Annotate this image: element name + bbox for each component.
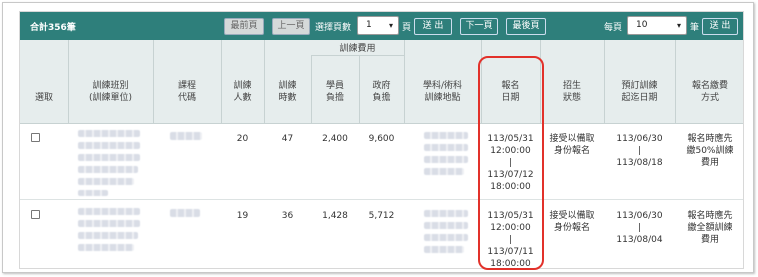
- row-select-checkbox[interactable]: [31, 133, 40, 142]
- page-select[interactable]: 1 ▾: [357, 16, 399, 35]
- student-fee-value: 2,400: [322, 134, 348, 144]
- people-value: 20: [236, 134, 249, 144]
- redacted-location: [424, 132, 468, 139]
- table-row: 19 36 1,428 5,712 113/05/31 12:00:00 | 1…: [20, 200, 743, 268]
- row-select-checkbox[interactable]: [31, 210, 40, 219]
- redacted-course-name: [78, 130, 140, 137]
- payment-cell: 報名時應先 繳50%訓練 費用: [686, 134, 734, 168]
- header-gov-fee: 政府 負擔: [372, 81, 391, 103]
- per-page-label: 每頁: [604, 23, 623, 33]
- screenshot-frame: 合計356筆 最前頁 上一頁 選擇頁數 1 ▾ 頁 送 出 下一頁 最後頁 每頁…: [2, 2, 754, 273]
- choose-page-label: 選擇頁數: [315, 23, 352, 33]
- period-cell: 113/06/30 | 113/08/18: [616, 134, 663, 168]
- status-cell: 接受以備取 身份報名: [549, 211, 595, 233]
- hours-value: 47: [281, 134, 294, 144]
- last-page-button[interactable]: 最後頁: [506, 18, 546, 35]
- per-page-select-value: 10: [636, 20, 648, 30]
- total-count: 合計356筆: [30, 23, 76, 33]
- header-fee-group: 訓練費用: [339, 44, 376, 54]
- header-period: 預訂訓練 起迄日期: [621, 81, 658, 103]
- table-row: 20 47 2,400 9,600 113/05/31 12:00:00 | 1…: [20, 124, 743, 200]
- page-select-value: 1: [366, 20, 372, 30]
- header-people: 訓練 人數: [233, 81, 252, 103]
- gov-fee-value: 5,712: [368, 211, 395, 221]
- per-page-select[interactable]: 10 ▾: [627, 16, 687, 35]
- payment-cell: 報名時應先 繳全額訓練 費用: [687, 211, 733, 245]
- prev-page-button[interactable]: 上一頁: [272, 18, 310, 35]
- gov-fee-value: 9,600: [368, 134, 395, 144]
- header-payment: 報名繳費 方式: [691, 81, 728, 103]
- chevron-down-icon: ▾: [388, 21, 393, 30]
- results-table: 合計356筆 最前頁 上一頁 選擇頁數 1 ▾ 頁 送 出 下一頁 最後頁 每頁…: [19, 11, 744, 269]
- header-course-code: 課程 代碼: [177, 81, 196, 103]
- period-cell: 113/06/30 | 113/08/04: [616, 211, 663, 245]
- redacted-course-code: [170, 132, 202, 140]
- redacted-course-code: [170, 209, 200, 217]
- header-hours: 訓練 時數: [278, 81, 297, 103]
- next-page-button[interactable]: 下一頁: [460, 18, 498, 35]
- header-student-fee: 學員 負擔: [325, 81, 344, 103]
- status-cell: 接受以備取 身份報名: [549, 134, 595, 156]
- page-submit-button[interactable]: 送 出: [414, 18, 452, 35]
- hours-value: 36: [281, 211, 294, 221]
- chevron-down-icon: ▾: [676, 21, 681, 30]
- page-suffix-label: 頁: [402, 23, 412, 33]
- header-select: 選取: [34, 93, 53, 103]
- pagination-bar: 合計356筆 最前頁 上一頁 選擇頁數 1 ▾ 頁 送 出 下一頁 最後頁 每頁…: [20, 12, 743, 40]
- header-location: 學科/術科 訓練地點: [422, 81, 463, 103]
- people-value: 19: [236, 211, 249, 221]
- first-page-button[interactable]: 最前頁: [224, 18, 264, 35]
- student-fee-value: 1,428: [322, 211, 348, 221]
- header-course-name: 訓練班別 (訓練單位): [88, 81, 133, 103]
- table-header: 選取 訓練班別 (訓練單位) 課程 代碼 訓練 人數 訓練 時數 訓練費用 學員 負擔 政…: [20, 40, 743, 124]
- redacted-course-name: [78, 208, 140, 215]
- per-page-suffix-label: 筆: [690, 23, 700, 33]
- header-status: 招生 狀態: [562, 81, 581, 103]
- redacted-location: [424, 210, 468, 217]
- per-page-submit-button[interactable]: 送 出: [702, 18, 738, 35]
- signup-date-highlight: [478, 56, 544, 270]
